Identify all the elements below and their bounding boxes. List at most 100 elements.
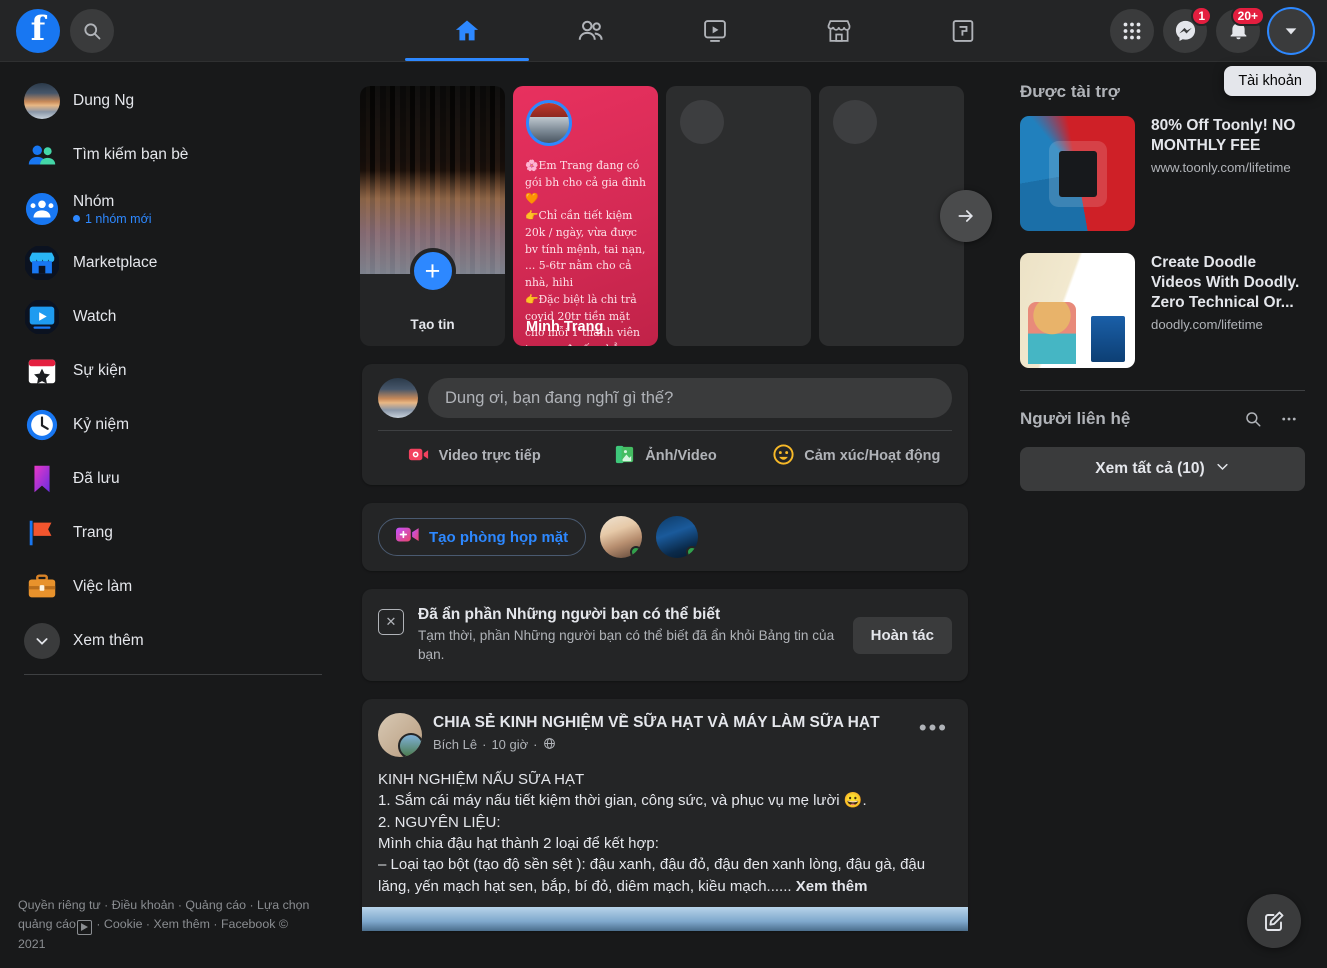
notifications-badge: 20+ — [1231, 6, 1265, 26]
new-group-dot — [73, 215, 80, 222]
sidebar-item-label: Kỷ niệm — [73, 416, 129, 434]
undo-button[interactable]: Hoàn tác — [853, 617, 952, 654]
toonly-ad-thumbnail[interactable] — [1020, 116, 1135, 231]
live-video-button[interactable]: Video trực tiếp — [378, 435, 569, 477]
search-icon[interactable] — [70, 9, 114, 53]
footer-link-terms[interactable]: Điều khoản — [112, 898, 175, 912]
sep: · — [101, 898, 112, 912]
live-video-icon — [407, 443, 430, 470]
compose-message-fab[interactable] — [1247, 894, 1301, 948]
account-tooltip: Tài khoản — [1224, 66, 1316, 96]
sidebar-item-groups[interactable]: Nhóm 1 nhóm mới — [16, 186, 332, 232]
footer-link-privacy[interactable]: Quyền riêng tư — [18, 898, 101, 912]
contacts-title: Người liên hệ — [1020, 409, 1130, 429]
create-story-card[interactable]: + Tạo tin — [360, 86, 505, 346]
find-friends-icon — [24, 137, 60, 173]
user-avatar — [24, 83, 60, 119]
create-story-plus-icon[interactable]: + — [410, 248, 456, 294]
grid-menu-icon[interactable] — [1110, 9, 1154, 53]
sidebar-divider — [24, 674, 322, 675]
nav-tab-home[interactable] — [405, 0, 529, 61]
sidebar-item-find-friends[interactable]: Tìm kiếm bạn bè — [16, 132, 332, 178]
sidebar-item-watch[interactable]: Watch — [16, 294, 332, 340]
sidebar-item-label: Watch — [73, 308, 116, 326]
online-indicator — [630, 546, 642, 558]
see-all-contacts-button[interactable]: Xem tất cả (10) — [1020, 447, 1305, 491]
sep: · — [174, 898, 185, 912]
sidebar-item-jobs[interactable]: Việc làm — [16, 564, 332, 610]
photo-video-label: Ảnh/Video — [645, 448, 716, 464]
sidebar-item-memories[interactable]: Kỷ niệm — [16, 402, 332, 448]
photo-video-icon — [613, 443, 636, 470]
sidebar-item-marketplace[interactable]: Marketplace — [16, 240, 332, 286]
story-card[interactable]: 🌸Em Trang đang có gói bh cho cả gia đình… — [513, 86, 658, 346]
post-timestamp: 10 giờ — [491, 737, 528, 752]
bell-icon[interactable]: 20+ — [1216, 9, 1260, 53]
post-header: CHIA SẺ KINH NGHIỆM VỀ SỮA HẠT VÀ MÁY LÀ… — [362, 713, 968, 757]
messenger-badge: 1 — [1191, 6, 1212, 26]
account-menu-button[interactable] — [1269, 9, 1313, 53]
doodly-ad-thumbnail[interactable] — [1020, 253, 1135, 368]
close-x-icon[interactable]: ✕ — [378, 609, 404, 635]
ad-text-block: 80% Off Toonly! NO MONTHLY FEE www.toonl… — [1151, 116, 1305, 231]
dot-sep: · — [482, 737, 486, 752]
post-author-avatar — [398, 733, 422, 757]
ad-headline[interactable]: Create Doodle Videos With Doodly. Zero T… — [1151, 253, 1305, 313]
left-sidebar: Dung Ng Tìm kiếm bạn bè Nhóm — [0, 62, 340, 968]
marketplace-icon — [24, 245, 60, 281]
footer-link-cookie[interactable]: Cookie — [104, 917, 143, 931]
ad-text-block: Create Doodle Videos With Doodly. Zero T… — [1151, 253, 1305, 368]
post-subline: Bích Lê · 10 giờ · — [433, 737, 904, 753]
story-card-placeholder[interactable] — [666, 86, 811, 346]
sidebar-item-label: Đã lưu — [73, 470, 120, 488]
sep: · — [246, 898, 257, 912]
pages-flag-icon — [24, 515, 60, 551]
more-options-icon[interactable] — [1273, 403, 1305, 435]
feeling-activity-label: Cảm xúc/Hoạt động — [804, 448, 940, 464]
sidebar-item-events[interactable]: Sự kiện — [16, 348, 332, 394]
nav-tab-marketplace[interactable] — [777, 0, 901, 61]
feeling-activity-button[interactable]: Cảm xúc/Hoạt động — [761, 435, 952, 477]
room-contact-avatar[interactable] — [656, 516, 698, 558]
post-attached-image[interactable] — [362, 907, 968, 931]
search-icon[interactable] — [1237, 403, 1269, 435]
story-text: 🌸Em Trang đang có gói bh cho cả gia đình… — [525, 158, 648, 346]
footer-link-more[interactable]: Xem thêm — [154, 917, 210, 931]
new-group-text: 1 nhóm mới — [85, 212, 152, 226]
nav-tab-groups[interactable] — [901, 0, 1025, 61]
sidebar-item-saved[interactable]: Đã lưu — [16, 456, 332, 502]
video-plus-icon — [396, 525, 420, 549]
nav-tab-friends[interactable] — [529, 0, 653, 61]
sponsored-ad-item[interactable]: Create Doodle Videos With Doodly. Zero T… — [1020, 253, 1305, 368]
room-contact-avatar[interactable] — [600, 516, 642, 558]
stories-next-arrow-icon[interactable] — [940, 190, 992, 242]
ad-url: www.toonly.com/lifetime — [1151, 160, 1305, 175]
facebook-logo-icon[interactable]: f — [16, 9, 60, 53]
more-options-icon[interactable]: ••• — [915, 721, 952, 734]
post-group-title[interactable]: CHIA SẺ KINH NGHIỆM VỀ SỮA HẠT VÀ MÁY LÀ… — [433, 713, 904, 734]
footer-link-ads[interactable]: Quảng cáo — [185, 898, 246, 912]
sidebar-item-profile[interactable]: Dung Ng — [16, 78, 332, 124]
nav-tab-watch[interactable] — [653, 0, 777, 61]
sep: · — [142, 917, 153, 931]
sidebar-item-label: Trang — [73, 524, 113, 542]
ad-url: doodly.com/lifetime — [1151, 317, 1305, 332]
photo-video-button[interactable]: Ảnh/Video — [569, 435, 760, 477]
composer-input[interactable]: Dung ơi, bạn đang nghĩ gì thế? — [428, 378, 952, 418]
create-story-label: Tạo tin — [360, 317, 505, 332]
see-more-link[interactable]: Xem thêm — [796, 878, 868, 895]
sidebar-item-see-more[interactable]: Xem thêm — [16, 618, 332, 664]
create-room-label: Tạo phòng họp mặt — [429, 529, 568, 546]
sidebar-item-label: Việc làm — [73, 578, 132, 596]
create-room-button[interactable]: Tạo phòng họp mặt — [378, 518, 586, 556]
notice-body: Đã ẩn phần Những người bạn có thể biết T… — [418, 606, 839, 664]
notice-subtitle: Tạm thời, phần Những người bạn có thể bi… — [418, 626, 838, 664]
ad-headline[interactable]: 80% Off Toonly! NO MONTHLY FEE — [1151, 116, 1305, 156]
top-navigation-bar: f — [0, 0, 1327, 62]
sponsored-ad-item[interactable]: 80% Off Toonly! NO MONTHLY FEE www.toonl… — [1020, 116, 1305, 231]
post-group-avatar[interactable] — [378, 713, 422, 757]
chevron-down-icon — [1215, 459, 1230, 479]
messenger-icon[interactable]: 1 — [1163, 9, 1207, 53]
sidebar-item-pages[interactable]: Trang — [16, 510, 332, 556]
post-author-name[interactable]: Bích Lê — [433, 737, 477, 752]
